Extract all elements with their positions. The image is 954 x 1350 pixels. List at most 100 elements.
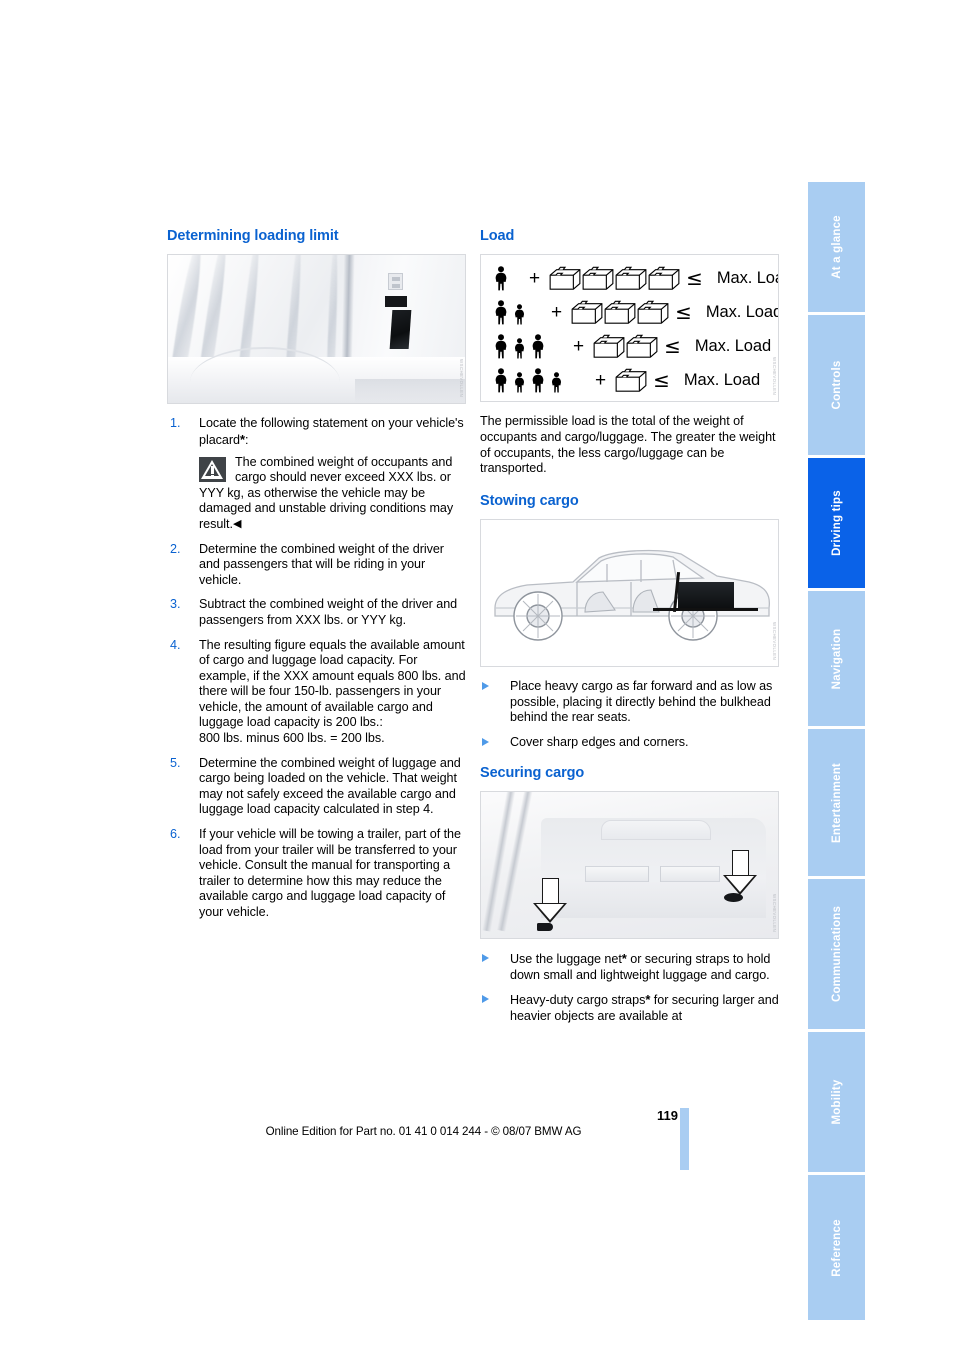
plus-sign: + (595, 369, 607, 391)
tab-controls[interactable]: Controls (808, 315, 865, 455)
tab-label: Controls (830, 360, 843, 410)
person-icon (495, 334, 507, 359)
tire-loading-placard (389, 310, 412, 350)
bullet-text-before: Heavy-duty cargo straps (510, 993, 646, 1008)
person-icon (495, 266, 507, 291)
placard-bar (385, 296, 407, 308)
step-number: 4. (170, 637, 181, 652)
tab-communications[interactable]: Communications (808, 879, 865, 1029)
triangle-bullet-icon (482, 995, 489, 1004)
luggage-group (548, 265, 680, 291)
suitcase-icon (604, 301, 636, 325)
list-item: Cover sharp edges and corners. (480, 735, 779, 751)
suitcase-icon (593, 335, 625, 359)
list-item: Heavy-duty cargo straps* for securing la… (480, 992, 779, 1024)
step-text: If your vehicle will be towing a trailer… (199, 827, 461, 920)
list-item: 4. The resulting figure equals the avail… (167, 638, 466, 747)
figure-code: WSCHEVOLLEN (772, 893, 777, 932)
step-number: 3. (170, 597, 181, 612)
warning-triangle-icon (199, 456, 226, 482)
tab-label: Entertainment (830, 762, 843, 843)
suitcase-icon (615, 369, 647, 393)
triangle-bullet-icon (482, 953, 489, 962)
step-text: Determine the combined weight of luggage… (199, 755, 461, 817)
less-or-equal-sign: ≤ (664, 334, 681, 359)
suitcase-icon (582, 267, 614, 291)
occupant-group (491, 368, 591, 393)
step-text: Locate the following statement on your v… (199, 416, 464, 447)
suitcase-icon (626, 335, 658, 359)
figure-code: WSCHEVOLLEN (459, 359, 464, 398)
load-row: + ≤ Max. Load (491, 295, 778, 329)
trunk-lid-recess (601, 819, 711, 840)
car-silhouette (494, 550, 771, 641)
list-item: 2. Determine the combined weight of the … (167, 542, 466, 589)
tab-label: Reference (830, 1218, 843, 1277)
max-load-label: Max. Load (683, 370, 761, 389)
tie-down-eyelet (724, 892, 743, 902)
securing-cargo-bullets: Use the luggage net* or securing straps … (480, 951, 779, 1024)
suitcase-icon (648, 267, 680, 291)
load-row: + ≤ Max. Load (491, 329, 772, 363)
tie-down-eyelet (537, 922, 553, 931)
list-item: 6. If your vehicle will be towing a trai… (167, 827, 466, 921)
list-item: Place heavy cargo as far forward and as … (480, 679, 779, 726)
tab-label: At a glance (830, 215, 843, 279)
left-column: Determining loading limit WSCHEVOLLEN 1.… (167, 228, 466, 930)
floor-shadow (355, 379, 465, 404)
bullet-text-before: Use the luggage net (510, 951, 622, 966)
luggage-group (614, 367, 647, 393)
step-text-after: : (244, 432, 249, 447)
plus-sign: + (551, 301, 563, 323)
load-row: + ≤ Max. Load (491, 261, 778, 295)
section-heading-stowing-cargo: Stowing cargo (480, 492, 579, 509)
cargo-block-highlight (678, 582, 734, 611)
tab-entertainment[interactable]: Entertainment (808, 729, 865, 876)
step-number: 5. (170, 755, 181, 770)
less-or-equal-sign: ≤ (686, 266, 703, 291)
placard-upper-label (388, 273, 403, 291)
page-footer: 119 Online Edition for Part no. 01 41 0 … (167, 1108, 680, 1138)
step-number: 2. (170, 541, 181, 556)
section-heading-securing-cargo: Securing cargo (480, 764, 585, 781)
list-item: 3. Subtract the combined weight of the d… (167, 597, 466, 628)
person-icon (514, 304, 525, 325)
trunk-tiedown-points-photo: WSCHEVOLLEN (480, 790, 779, 939)
plus-sign: + (529, 267, 541, 289)
luggage-group (592, 333, 658, 359)
step-text: The resulting figure equals the availabl… (199, 637, 466, 730)
tab-label: Communications (830, 905, 843, 1003)
step-text: Determine the combined weight of the dri… (199, 541, 444, 587)
list-item: Use the luggage net* or securing straps … (480, 951, 779, 983)
bullet-text: Place heavy cargo as far forward and as … (510, 679, 773, 725)
step-text-secondary: 800 lbs. minus 600 lbs. = 200 lbs. (199, 731, 385, 746)
max-load-label: Max. Load (705, 302, 779, 321)
triangle-bullet-icon (482, 682, 489, 691)
figure-code: WSCHEVOLLEN (772, 622, 777, 661)
step-number: 1. (170, 416, 181, 431)
tab-at-a-glance[interactable]: At a glance (808, 182, 865, 312)
max-load-label: Max. Load (716, 268, 778, 287)
tab-label: Navigation (830, 628, 843, 689)
person-icon (551, 372, 562, 393)
less-or-equal-sign: ≤ (675, 300, 692, 325)
tab-reference[interactable]: Reference (808, 1175, 865, 1320)
max-load-label: Max. Load (694, 336, 772, 355)
person-icon (495, 368, 507, 393)
person-icon (495, 300, 507, 325)
person-icon (514, 338, 525, 359)
step-number: 6. (170, 827, 181, 842)
section-heading-load: Load (480, 228, 515, 244)
step-text: Subtract the combined weight of the driv… (199, 597, 458, 627)
suitcase-icon (637, 301, 669, 325)
tab-mobility[interactable]: Mobility (808, 1032, 865, 1172)
page-edge-marker (680, 1108, 689, 1170)
right-column: Load + ≤ Max. Load (480, 228, 779, 1033)
end-of-note-marker: ◀ (232, 517, 242, 530)
loading-limit-steps: 1. Locate the following statement on you… (167, 416, 466, 920)
occupant-group (491, 300, 547, 325)
tab-navigation[interactable]: Navigation (808, 591, 865, 726)
person-icon (532, 334, 544, 359)
tab-driving-tips[interactable]: Driving tips (808, 458, 865, 588)
door-sill-placard-photo: WSCHEVOLLEN (167, 254, 466, 405)
